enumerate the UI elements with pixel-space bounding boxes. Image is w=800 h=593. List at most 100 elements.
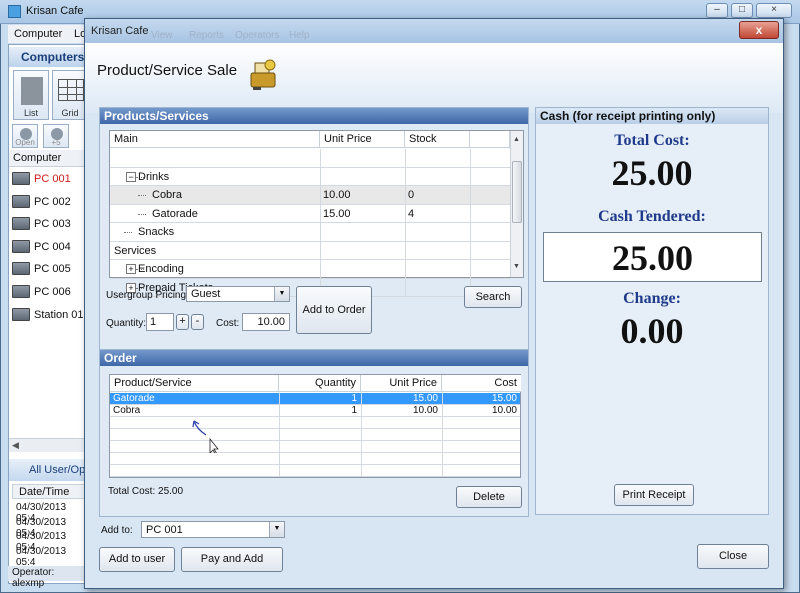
menu-computer[interactable]: Computer (14, 28, 62, 40)
order-empty-row (110, 429, 520, 441)
add-to-user-button[interactable]: Add to user (99, 547, 175, 572)
pc-row[interactable]: PC 006 (10, 281, 86, 303)
col-order-unit-price[interactable]: Unit Price (361, 375, 442, 392)
product-tree-row[interactable]: Snacks (110, 223, 510, 242)
product-tree-row[interactable]: Gatorade 15.00 4 (110, 204, 510, 223)
col-main[interactable]: Main (110, 131, 320, 148)
order-empty-row (110, 417, 520, 429)
product-tree-row[interactable] (110, 149, 510, 168)
horizontal-scrollbar[interactable]: ◀ (9, 438, 86, 452)
col-stock[interactable]: Stock (405, 131, 470, 148)
computer-icon (12, 307, 30, 321)
list-view-button[interactable]: List (13, 70, 49, 120)
product-tree-row[interactable]: − Drinks (110, 167, 510, 186)
plus-five-button[interactable]: +5 (43, 124, 69, 148)
pc-row[interactable]: PC 002 (10, 191, 86, 213)
product-tree-row[interactable]: Services (110, 241, 510, 260)
col-quantity[interactable]: Quantity (279, 375, 361, 392)
dialog-title-bar: Krisan Cafe View Reports Operators Help (85, 19, 783, 43)
main-title: Krisan Cafe (26, 5, 84, 17)
computer-icon (12, 285, 30, 298)
pc-row[interactable]: PC 003 (10, 213, 86, 235)
close-button[interactable]: Close (697, 544, 769, 569)
usergroup-dropdown-icon[interactable]: ▼ (274, 287, 289, 301)
tree-connector-icon (138, 195, 146, 196)
add-to-order-button[interactable]: Add to Order (296, 286, 372, 334)
quantity-minus-button[interactable]: - (191, 314, 204, 330)
print-receipt-button[interactable]: Print Receipt (614, 484, 694, 506)
quantity-plus-button[interactable]: + (176, 314, 189, 330)
product-tree-row[interactable]: Cobra 10.00 0 (110, 186, 510, 205)
computer-column-header[interactable]: Computer (9, 150, 86, 167)
minimize-icon[interactable]: – (706, 3, 728, 18)
grid-line (405, 149, 406, 168)
cost-label: Cost: (216, 318, 240, 329)
grid-line (320, 204, 321, 223)
tree-expander-icon[interactable]: − (126, 171, 136, 182)
usergroup-select[interactable]: Guest ▼ (186, 286, 290, 302)
order-grid[interactable]: Product/Service Quantity Unit Price Cost… (109, 374, 521, 478)
cash-register-icon (250, 59, 276, 90)
pay-and-add-button[interactable]: Pay and Add (181, 547, 283, 572)
order-row[interactable]: Cobra 1 10.00 10.00 (110, 405, 520, 417)
product-name: Drinks (138, 170, 170, 183)
grid-line (405, 241, 406, 260)
quantity-input[interactable]: 1 (146, 313, 174, 331)
products-grid[interactable]: Main Unit Price Stock − Drinks Cobra 10.00 0… (109, 130, 524, 297)
list-icon (21, 77, 43, 105)
products-scrollbar[interactable]: ▲ ▼ (510, 131, 523, 277)
add-to-label: Add to: (101, 525, 133, 536)
computer-icon (12, 262, 30, 276)
ghost-menu-operators: Operators (235, 30, 280, 41)
main-menu-bar: Computer Lo (8, 25, 88, 43)
ghost-menu-view: View (151, 30, 173, 41)
add-to-dropdown-icon[interactable]: ▼ (269, 522, 284, 537)
log-row[interactable]: 04/30/2013 05:4 (16, 546, 86, 568)
grid-line (470, 186, 471, 205)
order-product: Gatorade (113, 393, 155, 404)
order-row[interactable]: Gatorade 1 15.00 15.00 (110, 393, 520, 405)
grid-line (470, 241, 471, 260)
pc-row[interactable]: PC 004 (10, 236, 86, 258)
cash-tendered-label: Cash Tendered: (598, 208, 706, 225)
dialog-close-icon[interactable]: x (739, 21, 779, 39)
tree-expander-icon[interactable]: + (126, 264, 136, 274)
open-button[interactable]: Open (12, 124, 38, 148)
pc-row[interactable]: PC 005 (10, 258, 86, 280)
open-label: Open (15, 138, 35, 147)
delete-button[interactable]: Delete (456, 486, 522, 508)
change-label: Change: (623, 290, 681, 307)
order-qty: 1 (351, 405, 357, 416)
grid-line (110, 476, 520, 477)
cost-input[interactable]: 10.00 (242, 313, 290, 331)
scroll-up-icon[interactable]: ▲ (513, 136, 520, 143)
usergroup-label: Usergroup Pricing: (106, 290, 189, 301)
product-tree-row[interactable]: + Encoding (110, 260, 510, 279)
computer-icon (12, 239, 30, 253)
total-cost-label: Total Cost: (614, 132, 690, 149)
col-product-service[interactable]: Product/Service (110, 375, 279, 392)
scroll-down-icon[interactable]: ▼ (513, 263, 520, 270)
date-time-header[interactable]: Date/Time (12, 484, 86, 499)
add-to-select[interactable]: PC 001 ▼ (141, 521, 285, 538)
col-cost[interactable]: Cost (442, 375, 521, 392)
cash-group: Cash (for receipt printing only) Total C… (535, 107, 769, 515)
change-value: 0.00 (620, 311, 684, 351)
grid-view-button[interactable]: Grid (52, 70, 88, 120)
scroll-thumb[interactable] (512, 161, 522, 223)
all-users-band[interactable]: All User/Op (9, 459, 86, 481)
pc-name: PC 005 (34, 263, 71, 276)
quantity-label: Quantity: (106, 318, 147, 329)
scroll-left-icon[interactable]: ◀ (12, 440, 19, 451)
main-close-icon[interactable]: × (756, 3, 792, 18)
product-stock: 4 (408, 207, 415, 220)
cash-tendered-input[interactable]: 25.00 (543, 232, 762, 282)
grid-line (320, 186, 321, 205)
dialog-header: Product/Service Sale (85, 43, 783, 113)
maximize-icon[interactable]: □ (731, 3, 753, 18)
pc-row[interactable]: PC 001 (10, 168, 86, 190)
search-button[interactable]: Search (464, 286, 522, 308)
pc-row[interactable]: Station 01 (10, 304, 86, 326)
col-unit-price[interactable]: Unit Price (320, 131, 405, 148)
grid-line (405, 186, 406, 205)
